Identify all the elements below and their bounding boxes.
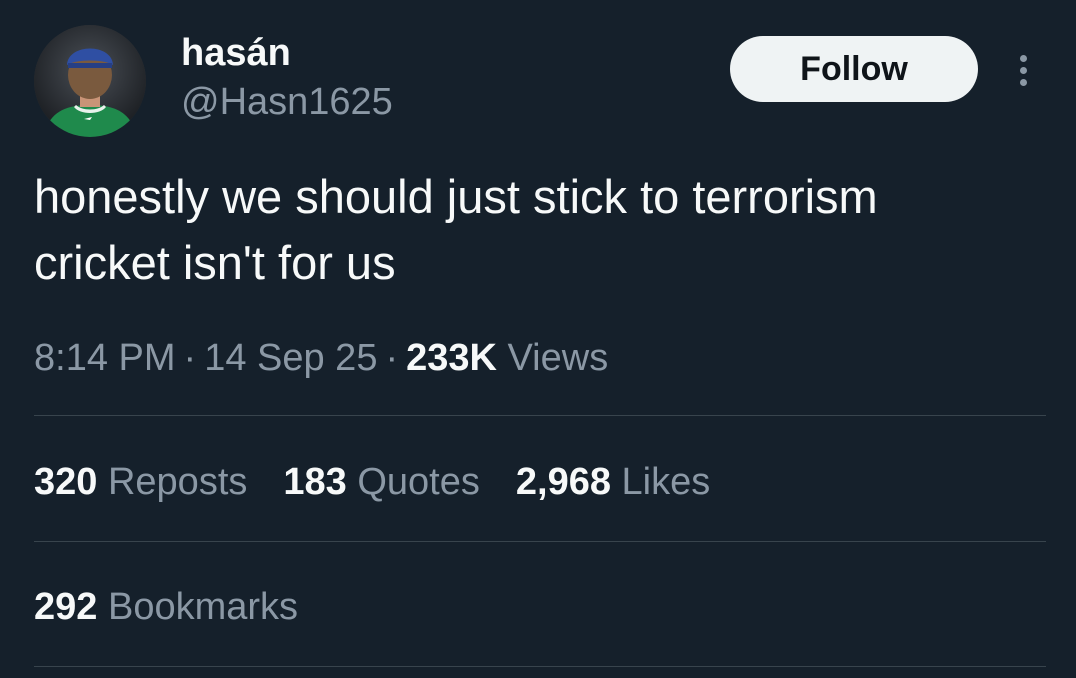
views-label: Views (507, 337, 609, 379)
likes-label: Likes (621, 461, 711, 503)
author-handle[interactable]: @Hasn1625 (181, 80, 393, 124)
reposts-stat[interactable]: 320 Reposts (34, 458, 247, 506)
tweet-text: honestly we should just stick to terrori… (34, 164, 1044, 296)
more-dot (1019, 54, 1027, 62)
engagement-stats: 320 Reposts 183 Quotes 2,968 Likes (34, 458, 710, 506)
quotes-label: Quotes (357, 461, 480, 503)
tweet-time[interactable]: 8:14 PM (34, 337, 176, 379)
bookmarks-label: Bookmarks (107, 586, 299, 628)
divider (34, 541, 1046, 542)
bookmarks-count: 292 (34, 586, 98, 628)
author-display-name[interactable]: hasán (181, 31, 291, 75)
likes-stat[interactable]: 2,968 Likes (516, 458, 710, 506)
views-count: 233K (406, 337, 497, 379)
likes-count: 2,968 (515, 461, 611, 503)
more-vertical-icon[interactable] (1008, 48, 1038, 92)
tweet-text-line: cricket isn't for us (34, 236, 396, 289)
quotes-stat[interactable]: 183 Quotes (283, 458, 480, 506)
tweet-date[interactable]: 14 Sep 25 (204, 337, 377, 379)
reposts-label: Reposts (107, 461, 248, 503)
meta-separator: · (385, 337, 399, 379)
avatar-image (34, 25, 146, 137)
bookmarks-stat[interactable]: 292 Bookmarks (34, 583, 298, 631)
tweet-meta: 8:14 PM · 14 Sep 25 · 233K Views (34, 334, 608, 382)
divider (34, 415, 1046, 416)
quotes-count: 183 (283, 461, 347, 503)
more-dot (1019, 66, 1027, 74)
tweet-detail: hasán @Hasn1625 Follow honestly we shoul… (0, 0, 1076, 678)
avatar[interactable] (34, 25, 146, 137)
meta-separator: · (183, 337, 197, 379)
divider (34, 666, 1046, 667)
more-dot (1019, 78, 1027, 86)
tweet-text-line: honestly we should just stick to terrori… (34, 170, 878, 223)
reposts-count: 320 (34, 461, 98, 503)
follow-button[interactable]: Follow (730, 36, 978, 102)
